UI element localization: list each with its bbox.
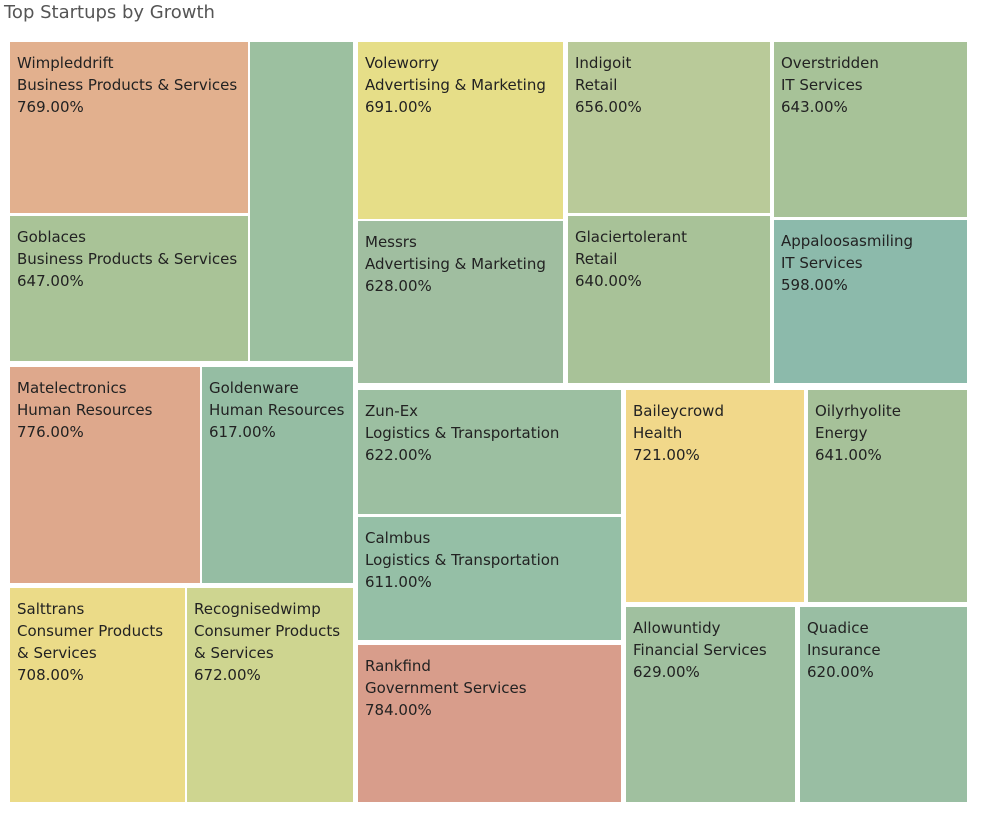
tile-value: 672.00% [194, 666, 261, 684]
treemap-tile[interactable]: Oilyrhyolite Energy 641.00% [808, 390, 967, 602]
treemap-tile[interactable]: Baileycrowd Health 721.00% [626, 390, 804, 602]
tile-category: Logistics & Transportation [365, 551, 560, 569]
treemap-tile[interactable]: Goblaces Business Products & Services 647.… [10, 216, 248, 361]
tile-value: 647.00% [17, 272, 84, 290]
tile-name: Quadice [807, 619, 869, 637]
tile-name: Calmbus [365, 529, 431, 547]
tile-category: Financial Services [633, 641, 767, 659]
tile-category: Energy [815, 424, 868, 442]
tile-value: 776.00% [17, 423, 84, 441]
tile-name: Voleworry [365, 54, 440, 72]
treemap-tile[interactable]: Voleworry Advertising & Marketing 691.00% [358, 42, 563, 219]
tile-category: Advertising & Marketing [365, 255, 546, 273]
tile-value: 611.00% [365, 573, 432, 591]
tile-name: Overstridden [781, 54, 879, 72]
tile-category: Insurance [807, 641, 881, 659]
tile-category: IT Services [781, 76, 863, 94]
tile-value: 708.00% [17, 666, 84, 684]
tile-value: 629.00% [633, 663, 700, 681]
tile-category: Retail [575, 250, 618, 268]
treemap: Wimpleddrift Business Products & Services… [0, 0, 989, 813]
tile-name: Wimpleddrift [17, 54, 114, 72]
treemap-tile[interactable]: Overstridden IT Services 643.00% [774, 42, 967, 217]
tile-name: Recognisedwimp [194, 600, 321, 618]
tile-value: 598.00% [781, 276, 848, 294]
tile-category: Consumer Products & Services [194, 622, 341, 662]
tile-category: Human Resources [209, 401, 345, 419]
treemap-tile[interactable]: Calmbus Logistics & Transportation 611.00% [358, 517, 621, 640]
tile-name: Rankfind [365, 657, 431, 675]
tile-name: Appaloosasmiling [781, 232, 913, 250]
tile-category: Business Products & Services [17, 250, 238, 268]
tile-category: Human Resources [17, 401, 153, 419]
tile-value: 617.00% [209, 423, 276, 441]
tile-value: 628.00% [365, 277, 432, 295]
tile-value: 640.00% [575, 272, 642, 290]
treemap-tile[interactable]: Recognisedwimp Consumer Products & Servic… [187, 588, 353, 802]
treemap-tile[interactable]: Zun-Ex Logistics & Transportation 622.00% [358, 390, 621, 514]
tile-name: Salttrans [17, 600, 85, 618]
tile-value: 622.00% [365, 446, 432, 464]
treemap-tile[interactable]: Matelectronics Human Resources 776.00% [10, 367, 200, 583]
tile-name: Oilyrhyolite [815, 402, 901, 420]
tile-name: Allowuntidy [633, 619, 721, 637]
tile-category: Advertising & Marketing [365, 76, 546, 94]
tile-value: 721.00% [633, 446, 700, 464]
tile-value: 691.00% [365, 98, 432, 116]
tile-category: Logistics & Transportation [365, 424, 560, 442]
tile-value: 656.00% [575, 98, 642, 116]
tile-name: Messrs [365, 233, 417, 251]
tile-name: Indigoit [575, 54, 632, 72]
tile-value: 769.00% [17, 98, 84, 116]
treemap-tile[interactable]: Rankfind Government Services 784.00% [358, 645, 621, 802]
treemap-tile[interactable]: Allowuntidy Financial Services 629.00% [626, 607, 795, 802]
tile-category: Consumer Products & Services [17, 622, 164, 662]
tile-value: 620.00% [807, 663, 874, 681]
tile-category: Business Products & Services [17, 76, 238, 94]
treemap-tile[interactable]: Salttrans Consumer Products & Services 708… [10, 588, 185, 802]
treemap-tile[interactable]: Wimpleddrift Business Products & Services… [10, 42, 248, 213]
treemap-tile[interactable] [250, 42, 353, 361]
treemap-tile[interactable]: Appaloosasmiling IT Services 598.00% [774, 220, 967, 383]
treemap-tile[interactable]: Quadice Insurance 620.00% [800, 607, 967, 802]
treemap-tile[interactable]: Goldenware Human Resources 617.00% [202, 367, 353, 583]
tile-category: Retail [575, 76, 618, 94]
tile-name: Matelectronics [17, 379, 127, 397]
tile-name: Glaciertolerant [575, 228, 687, 246]
treemap-tile[interactable]: Glaciertolerant Retail 640.00% [568, 216, 770, 383]
tile-category: IT Services [781, 254, 863, 272]
tile-category: Health [633, 424, 683, 442]
tile-name: Zun-Ex [365, 402, 419, 420]
treemap-tile[interactable]: Messrs Advertising & Marketing 628.00% [358, 221, 563, 383]
tile-value: 643.00% [781, 98, 848, 116]
tile-name: Goldenware [209, 379, 299, 397]
tile-value: 641.00% [815, 446, 882, 464]
tile-value: 784.00% [365, 701, 432, 719]
tile-category: Government Services [365, 679, 527, 697]
tile-name: Baileycrowd [633, 402, 724, 420]
treemap-tile[interactable]: Indigoit Retail 656.00% [568, 42, 770, 213]
tile-name: Goblaces [17, 228, 86, 246]
